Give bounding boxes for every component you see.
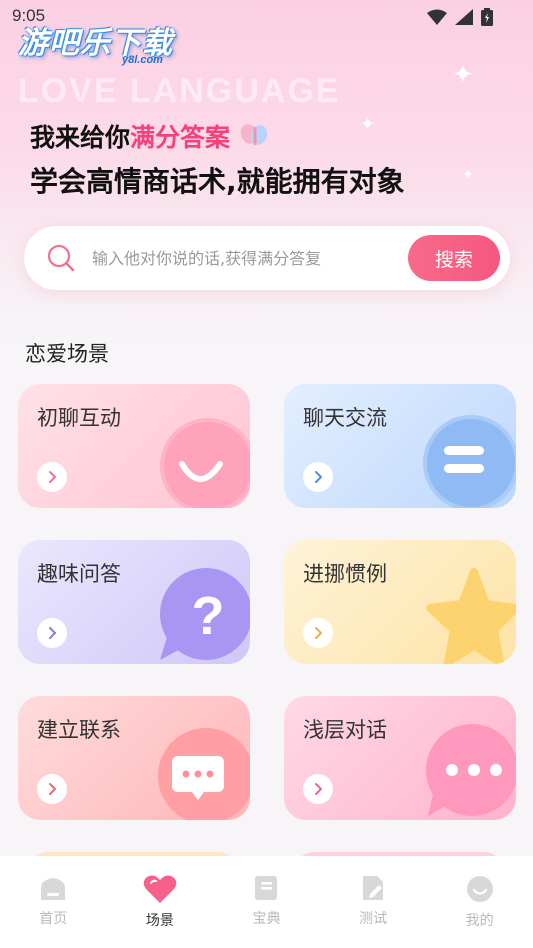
chat-lines-icon <box>423 415 516 508</box>
scene-card-fun-qa[interactable]: 趣味问答 ? <box>18 540 250 664</box>
headline-prefix: 我来给你 <box>30 123 131 152</box>
scene-card-shallow-dialogue[interactable]: 浅层对话 <box>284 696 516 820</box>
search-input[interactable] <box>92 244 392 272</box>
home-icon <box>41 878 66 900</box>
chevron-right-icon[interactable] <box>37 618 67 648</box>
tab-test[interactable]: 测试 <box>320 856 427 948</box>
sparkle-icon: ✦ <box>452 60 474 90</box>
scene-card-label: 浅层对话 <box>303 718 387 742</box>
scene-card-chat-exchange[interactable]: 聊天交流 <box>284 384 516 508</box>
hero-background-text: LOVE LANGUAGE <box>18 72 341 110</box>
battery-icon <box>481 8 493 26</box>
chevron-right-icon[interactable] <box>303 618 333 648</box>
question-bubble-icon: ? <box>160 568 250 660</box>
chevron-right-icon[interactable] <box>303 462 333 492</box>
tab-label: 场景 <box>145 913 174 929</box>
tab-label: 首页 <box>39 911 68 927</box>
scene-card-initial-chat[interactable]: 初聊互动 <box>18 384 250 508</box>
test-edit-icon <box>363 876 384 900</box>
scene-card-label: 建立联系 <box>37 718 121 742</box>
ellipsis-bubble-icon <box>426 724 516 816</box>
signal-icon <box>455 9 473 25</box>
tab-handbook[interactable]: 宝典 <box>213 856 320 948</box>
tab-scene[interactable]: 场景 <box>107 856 214 948</box>
message-dots-icon <box>158 728 250 820</box>
scene-card-build-connection[interactable]: 建立联系 <box>18 696 250 820</box>
scene-card-label: 聊天交流 <box>303 406 387 430</box>
watermark-subtext: y8l.com <box>122 54 163 66</box>
svg-text:?: ? <box>192 586 225 646</box>
search-bar: 搜索 <box>24 226 510 290</box>
star-icon <box>426 568 516 664</box>
chevron-right-icon[interactable] <box>37 462 67 492</box>
wifi-icon <box>427 9 447 25</box>
heart-icon <box>143 875 177 903</box>
search-button[interactable]: 搜索 <box>408 235 500 281</box>
smile-icon <box>160 418 250 508</box>
book-icon <box>255 876 278 900</box>
tab-profile[interactable]: 我的 <box>426 856 533 948</box>
scene-card-label: 趣味问答 <box>37 562 121 586</box>
bottom-tab-bar: 首页 场景 宝典 测试 我的 <box>0 856 533 948</box>
status-icons <box>427 8 493 26</box>
sparkle-icon: ✦ <box>462 167 474 183</box>
headline-accent: 满分答案 <box>130 123 231 152</box>
tab-label: 宝典 <box>252 911 281 927</box>
headline-secondary: 学会高情商话术,就能拥有对象 <box>30 165 405 198</box>
section-title: 恋爱场景 <box>25 342 109 366</box>
sparkle-icon: ✦ <box>360 114 376 135</box>
profile-icon <box>466 876 493 902</box>
chevron-right-icon[interactable] <box>303 774 333 804</box>
scene-card-label: 初聊互动 <box>37 406 121 430</box>
tab-label: 我的 <box>465 913 494 929</box>
butterfly-icon <box>240 124 268 145</box>
headline-primary: 我来给你 满分答案 <box>30 118 272 154</box>
scene-card-label: 进挪惯例 <box>303 562 387 586</box>
tab-label: 测试 <box>359 911 388 927</box>
tab-home[interactable]: 首页 <box>0 856 107 948</box>
search-icon <box>47 244 75 272</box>
chevron-right-icon[interactable] <box>37 774 67 804</box>
scene-card-advance-routine[interactable]: 进挪惯例 <box>284 540 516 664</box>
